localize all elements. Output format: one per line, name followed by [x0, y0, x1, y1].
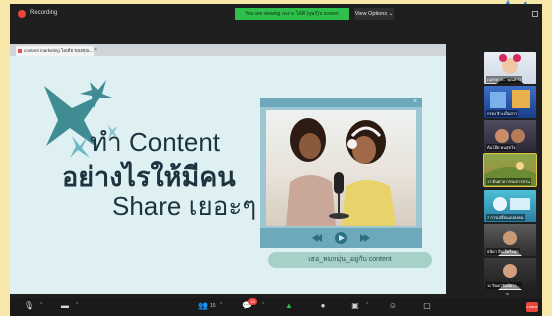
participant-tile[interactable]: ธนิดา สิบเจ็ดใจทุก [484, 224, 536, 256]
view-options-button[interactable]: View Options ⌄ [354, 8, 394, 20]
photo-window-header: × [260, 98, 422, 107]
shared-screen: content marketing ไอเดีย ของคุณ... × ทำ … [10, 44, 446, 294]
participant-name: 7 การเปลี่ยนแปลงคน [486, 214, 525, 221]
video-options-caret-icon[interactable]: ^ [76, 302, 78, 308]
participant-name: ต้นโอ๊ต คนสุขใจ [486, 144, 517, 151]
slide-caption-pill: เธอ_หมกมุ่น_อยู่กับ content [268, 252, 432, 268]
gallery-scroll-down-icon[interactable]: ⌄ [504, 288, 511, 297]
participants-caret-icon[interactable]: ^ [220, 302, 222, 308]
participant-tile-active-speaker[interactable]: 17 ต้นตาล กรรมการสวน [483, 153, 537, 187]
participant-tile[interactable]: 7 การเปลี่ยนแปลงคน [484, 190, 536, 222]
grid-view-icon[interactable] [532, 11, 538, 17]
view-options-label: View Options [354, 11, 388, 17]
meeting-top-bar: Recording You are viewing เหงาะ ได้ดี (บ… [10, 4, 542, 26]
browser-tab[interactable]: content marketing ไอเดีย ของคุณ... [16, 46, 94, 56]
participant-gallery: เนตรดาว... คุณดาว กร่อง จิวะเป็นสาว ต้นโ… [483, 52, 537, 297]
meeting-toolbar: 🎙 ^ ▬ ^ 👥 15 ^ 💬 10 ^ ▲ ● ▣ ^ ☺ ▢ Leave [10, 298, 542, 316]
photo-window: × [260, 98, 422, 248]
record-icon[interactable]: ● [316, 300, 330, 312]
chat-unread-badge: 10 [248, 298, 257, 305]
participant-name: กร่อง จิวะเป็นสาว [486, 110, 519, 117]
recording-label: Recording [30, 10, 58, 16]
media-player-controls [260, 228, 422, 248]
podcast-illustration [286, 118, 396, 226]
stop-video-icon[interactable]: ▬ [58, 300, 72, 312]
tab-title: content marketing ไอเดีย ของคุณ... [24, 48, 94, 53]
leave-button[interactable]: Leave [526, 302, 538, 312]
caption-caret-icon[interactable]: ^ [366, 302, 368, 308]
participant-tile[interactable]: 11 จินดารัตน์ดาว ... [484, 258, 536, 290]
mute-mic-icon[interactable]: 🎙 [22, 300, 36, 312]
participant-name: ธนิดา สิบเจ็ดใจทุก [486, 248, 520, 255]
reactions-icon[interactable]: ☺ [386, 300, 400, 312]
participant-tile[interactable]: ต้นโอ๊ต คนสุขใจ [484, 120, 536, 152]
browser-tab-bar: content marketing ไอเดีย ของคุณ... × [10, 44, 446, 56]
participants-count: 15 [210, 303, 216, 309]
participant-name: 17 ต้นตาล กรรมการสวน [486, 178, 531, 185]
chat-caret-icon[interactable]: ^ [262, 302, 264, 308]
photo-window-close-icon: × [412, 98, 417, 105]
audio-options-caret-icon[interactable]: ^ [40, 302, 42, 308]
share-screen-icon[interactable]: ▲ [282, 300, 296, 312]
tab-favicon-icon [18, 49, 22, 53]
participant-tile[interactable]: กร่อง จิวะเป็นสาว [484, 86, 536, 118]
zoom-window: Recording You are viewing เหงาะ ได้ดี (บ… [10, 4, 542, 316]
tab-close-icon[interactable]: × [94, 47, 97, 53]
viewing-screen-banner: You are viewing เหงาะ ได้ดี (บุษร์)'s sc… [235, 8, 349, 20]
slide-title-line-3: Share เยอะๆ [112, 191, 257, 221]
recording-indicator-icon [18, 10, 26, 18]
participant-name: เนตรดาว... คุณดาว [486, 76, 522, 83]
participants-icon[interactable]: 👥 [196, 300, 210, 312]
presentation-slide: ทำ Content อย่างไรให้มีคน Share เยอะๆ × [10, 56, 446, 294]
participant-tile[interactable]: เนตรดาว... คุณดาว [484, 52, 536, 84]
closed-caption-icon[interactable]: ▣ [348, 300, 362, 312]
more-icon[interactable]: ▢ [420, 300, 434, 312]
podcast-photo [266, 110, 416, 226]
